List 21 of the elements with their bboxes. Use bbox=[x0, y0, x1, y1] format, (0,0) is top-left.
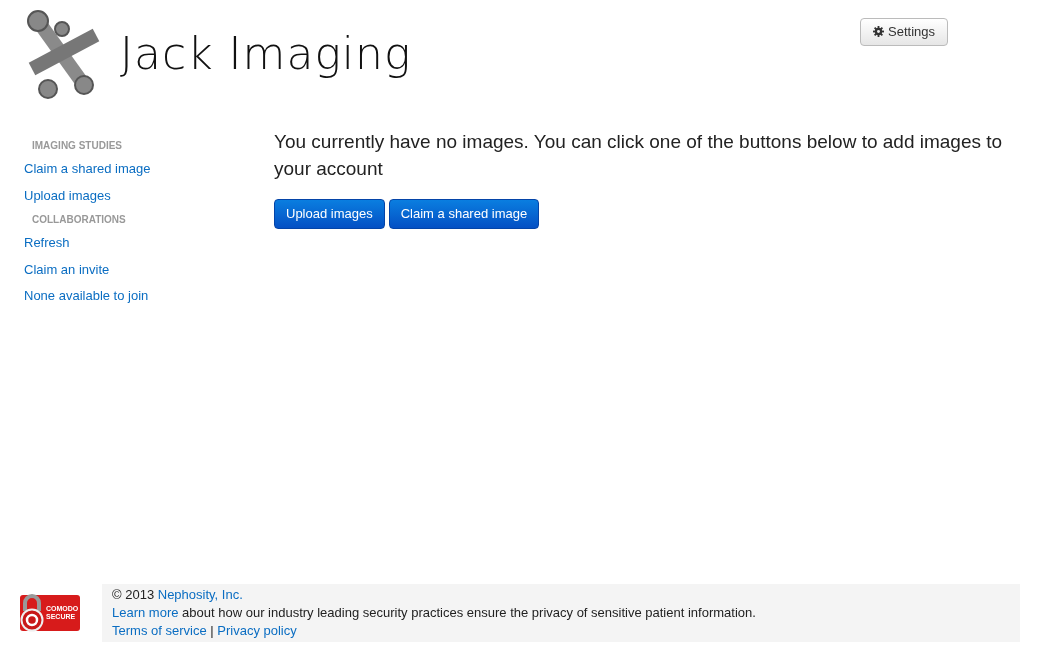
section-heading: COLLABORATIONS bbox=[31, 213, 127, 227]
footer-link[interactable]: Privacy policy bbox=[217, 623, 297, 638]
sidebar-link[interactable]: Upload images bbox=[24, 185, 274, 205]
action-button[interactable]: Upload images bbox=[274, 199, 385, 229]
section-heading: IMAGING STUDIES bbox=[31, 139, 123, 153]
security-info-text: Learn more about how our industry leading security practices ensure the privacy of sensitive patient information. bbox=[112, 604, 757, 622]
settings-button[interactable]: Settings bbox=[860, 18, 948, 46]
separator-text: | bbox=[210, 623, 214, 638]
copyright-text: © 2013 bbox=[112, 587, 155, 602]
company-link[interactable]: Nephosity, Inc. bbox=[157, 587, 243, 602]
sidebar-link[interactable]: Claim an invite bbox=[24, 259, 274, 279]
empty-state-message: You currently have no images. You can click one of the buttons below to add images to your account bbox=[274, 130, 1004, 181]
settings-icon bbox=[873, 26, 884, 38]
sidebar-link[interactable]: None available to join bbox=[24, 286, 274, 306]
action-button[interactable]: Claim a shared image bbox=[388, 199, 540, 229]
logo-text: Jack Imaging bbox=[120, 27, 412, 81]
footer-link[interactable]: Terms of service bbox=[112, 623, 207, 638]
sidebar-link[interactable]: Refresh bbox=[24, 233, 274, 253]
learn-more-link[interactable]: Learn more bbox=[112, 605, 179, 620]
sidebar-link[interactable]: Claim a shared image bbox=[24, 159, 274, 179]
padlock-icon bbox=[20, 593, 44, 633]
